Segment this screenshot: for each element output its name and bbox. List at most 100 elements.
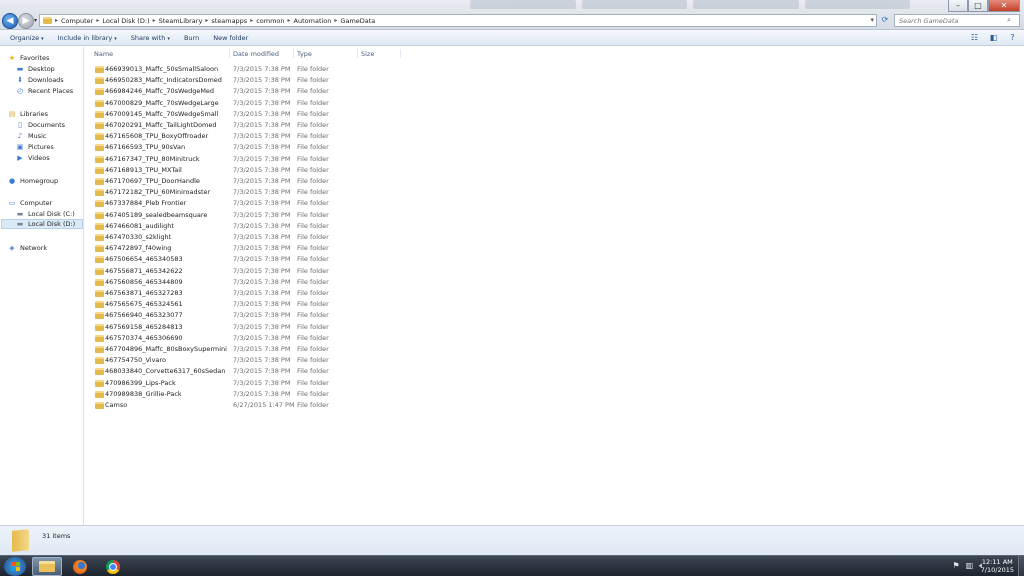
preview-pane-icon[interactable]: ◧ [988,33,999,42]
nav-documents[interactable]: ▯ Documents [16,120,65,130]
chevron-right-icon[interactable]: ▸ [250,17,253,24]
file-row[interactable]: 467566940_465323077 7/3/2015 7:38 PM File … [92,310,412,321]
file-row[interactable]: 467570374_465306690 7/3/2015 7:38 PM File … [92,333,412,344]
file-row[interactable]: 467565675_465324561 7/3/2015 7:38 PM File … [92,299,412,310]
file-row[interactable]: 467466081_audilight 7/3/2015 7:38 PM File … [92,221,412,232]
file-row[interactable]: 467337884_Pleb Frontier 7/3/2015 7:38 PM F… [92,198,412,209]
file-row[interactable]: 467560856_465344809 7/3/2015 7:38 PM File … [92,277,412,288]
recent-pages-dropdown[interactable]: ▾ [34,17,37,24]
taskbar-explorer[interactable] [32,557,62,576]
column-divider[interactable] [229,49,230,58]
file-row[interactable]: 467472897_f40wing 7/3/2015 7:38 PM File fo… [92,243,412,254]
chevron-down-icon: ▾ [41,35,44,42]
column-divider[interactable] [400,49,401,58]
show-desktop-button[interactable] [1018,556,1024,576]
nav-local-disk-d[interactable]: ▬ Local Disk (D:) [1,219,83,229]
close-button[interactable]: ✕ [988,0,1020,12]
nav-label: Local Disk (D:) [28,220,76,228]
chevron-right-icon[interactable]: ▸ [334,17,337,24]
organize-button[interactable]: Organize ▾ [10,34,44,42]
chevron-right-icon[interactable]: ▸ [96,17,99,24]
breadcrumb-gamedata[interactable]: GameData [340,17,375,25]
file-row[interactable]: 467166593_TPU_90sVan 7/3/2015 7:38 PM File… [92,142,412,153]
nav-local-disk-c[interactable]: ▬ Local Disk (C:) [16,209,75,219]
file-row[interactable]: 470986399_Lips-Pack 7/3/2015 7:38 PM File … [92,378,412,389]
column-header-date-modified[interactable]: Date modified [233,47,279,60]
search-icon[interactable]: ⌕ [1007,16,1011,25]
column-header-size[interactable]: Size [361,47,374,60]
nav-libraries[interactable]: ▤ Libraries [8,109,48,119]
file-row[interactable]: 467556871_465342622 7/3/2015 7:38 PM File … [92,266,412,277]
network-tray-icon[interactable]: ▥ [966,561,974,571]
maximize-button[interactable]: □ [968,0,988,12]
column-header-name[interactable]: Name [94,47,113,60]
file-row[interactable]: 467000829_Maffc_70sWedgeLarge 7/3/2015 7:… [92,98,412,109]
include-in-library-button[interactable]: Include in library ▾ [58,34,117,42]
start-button[interactable] [4,557,26,576]
column-divider[interactable] [293,49,294,58]
file-row[interactable]: 467020291_Maffc_TailLightDomed 7/3/2015 7… [92,120,412,131]
address-dropdown-icon[interactable]: ▾ [870,16,874,24]
chevron-right-icon[interactable]: ▸ [205,17,208,24]
file-row[interactable]: 468033840_Corvette6317_60sSedan 7/3/2015 … [92,366,412,377]
nav-favorites[interactable]: ★ Favorites [8,53,50,63]
chevron-right-icon[interactable]: ▸ [153,17,156,24]
windows-logo-icon [10,562,20,571]
column-divider[interactable] [357,49,358,58]
file-row[interactable]: 466939013_Maffc_50sSmallSaloon 7/3/2015 7… [92,64,412,75]
minimize-button[interactable]: – [948,0,968,12]
breadcrumb-steamlibrary[interactable]: SteamLibrary [159,17,203,25]
nav-recent-places[interactable]: ◴ Recent Places [16,86,73,96]
file-row[interactable]: 466984246_Maffc_70sWedgeMed 7/3/2015 7:38… [92,86,412,97]
taskbar-firefox[interactable] [65,557,95,576]
taskbar-chrome[interactable] [98,557,128,576]
file-row[interactable]: 467009145_Maffc_70sWedgeSmall 7/3/2015 7:… [92,109,412,120]
file-row[interactable]: 470989838_Grillie-Pack 7/3/2015 7:38 PM Fi… [92,389,412,400]
burn-button[interactable]: Burn [184,34,199,42]
chevron-right-icon[interactable]: ▸ [55,17,58,24]
nav-music[interactable]: ♪ Music [16,131,47,141]
breadcrumb-common[interactable]: common [256,17,284,25]
search-input[interactable] [899,16,1007,25]
file-row[interactable]: 467704896_Maffc_80sBoxySupermini 7/3/2015… [92,344,412,355]
back-button[interactable]: ◀ [2,13,18,29]
file-row[interactable]: 467170697_TPU_DoorHandle 7/3/2015 7:38 PM… [92,176,412,187]
action-center-flag-icon[interactable]: ⚑ [952,561,959,571]
forward-button[interactable]: ▶ [18,13,34,29]
breadcrumb-computer[interactable]: Computer [61,17,93,25]
file-row[interactable]: 467165608_TPU_BoxyOffroader 7/3/2015 7:38… [92,131,412,142]
column-header-type[interactable]: Type [297,47,312,60]
file-row[interactable]: 467754750_Vivaro 7/3/2015 7:38 PM File fol… [92,355,412,366]
nav-pictures[interactable]: ▣ Pictures [16,142,54,152]
file-row[interactable]: 467569158_465284813 7/3/2015 7:38 PM File … [92,322,412,333]
breadcrumb-local-disk-d[interactable]: Local Disk (D:) [102,17,149,25]
nav-computer[interactable]: ▭ Computer [8,198,53,208]
file-row[interactable]: 467563871_465327283 7/3/2015 7:38 PM File … [92,288,412,299]
file-row[interactable]: 467167347_TPU_80Minitruck 7/3/2015 7:38 P… [92,154,412,165]
breadcrumb-automation[interactable]: Automation [294,17,332,25]
clock[interactable]: 12:11 AM 7/10/2015 [981,558,1014,574]
address-bar[interactable]: ▸ Computer ▸ Local Disk (D:) ▸ SteamLibr… [39,14,877,27]
file-row[interactable]: 466950283_Maffc_IndicatorsDomed 7/3/2015 … [92,75,412,86]
change-view-icon[interactable]: ☷ [969,33,980,42]
nav-downloads[interactable]: ⬇ Downloads [16,75,64,85]
nav-network[interactable]: ◈ Network [8,243,47,253]
help-icon[interactable]: ? [1007,33,1018,42]
new-folder-button[interactable]: New folder [213,34,248,42]
breadcrumb-steamapps[interactable]: steamapps [211,17,247,25]
search-box[interactable]: ⌕ [894,14,1020,27]
file-row[interactable]: 467405189_sealedbeamsquare 7/3/2015 7:38 … [92,210,412,221]
file-row[interactable]: 467506654_465340583 7/3/2015 7:38 PM File … [92,254,412,265]
refresh-button[interactable]: ⟳ [879,15,891,27]
share-with-button[interactable]: Share with ▾ [131,34,170,42]
file-row[interactable]: 467172182_TPU_60Miniroadster 7/3/2015 7:3… [92,187,412,198]
chevron-right-icon[interactable]: ▸ [288,17,291,24]
nav-desktop[interactable]: ▬ Desktop [16,64,55,74]
nav-homegroup[interactable]: ● Homegroup [8,176,58,186]
system-tray: ⚑ ▥ 🔈︎ [952,561,984,571]
file-row[interactable]: 467470330_s2klight 7/3/2015 7:38 PM File f… [92,232,412,243]
nav-videos[interactable]: ▶ Videos [16,153,49,163]
file-row[interactable]: 467168913_TPU_MXTail 7/3/2015 7:38 PM File… [92,165,412,176]
file-row[interactable]: Camso 6/27/2015 1:47 PM File folder [92,400,412,411]
file-date: 7/3/2015 7:38 PM [233,233,291,241]
